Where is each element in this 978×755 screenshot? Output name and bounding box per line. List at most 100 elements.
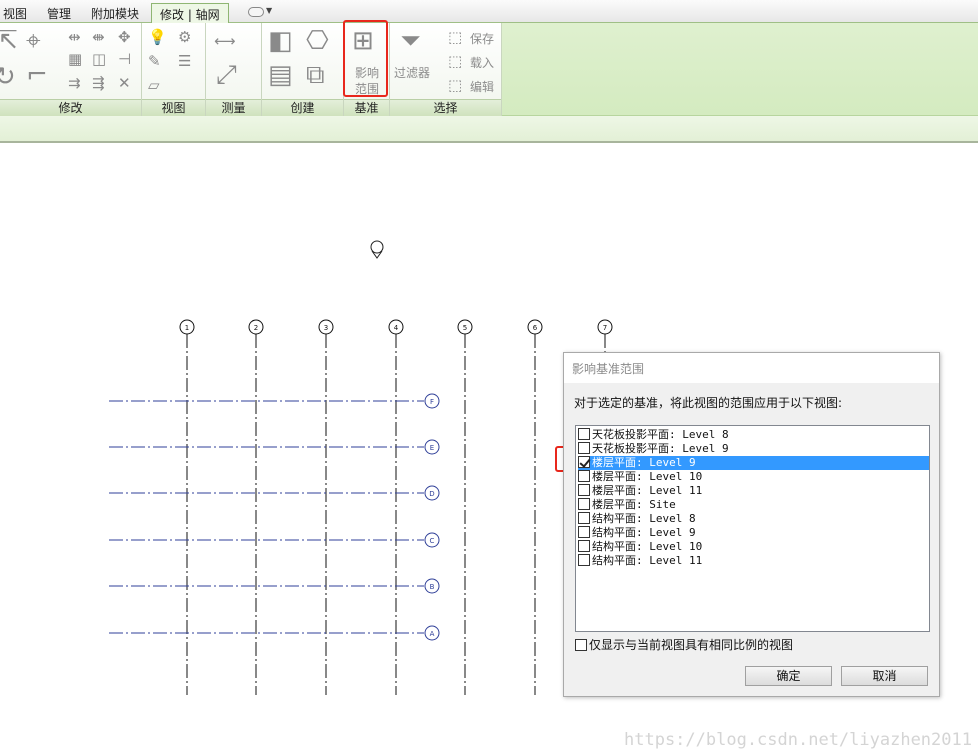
brush-icon[interactable]: ✎: [148, 53, 161, 69]
view-label: 结构平面: Level 8: [592, 512, 696, 525]
view-checkbox[interactable]: [578, 540, 590, 552]
create-group-icon[interactable]: ⎔: [306, 27, 329, 55]
grid-line-horizontal[interactable]: C: [109, 532, 440, 548]
view-list-item[interactable]: 结构平面: Level 11: [578, 554, 929, 568]
aligned-dimension-icon[interactable]: ⤢: [216, 61, 237, 89]
view-checkbox[interactable]: [578, 526, 590, 538]
grid-line-horizontal[interactable]: B: [109, 578, 440, 594]
filter-label[interactable]: 过滤器: [394, 64, 430, 81]
linework-icon[interactable]: ☰: [178, 53, 191, 69]
view-label: 楼层平面: Level 9: [592, 456, 696, 469]
tab-view[interactable]: 视图: [3, 5, 27, 22]
view-list-item[interactable]: 天花板投影平面: Level 8: [578, 428, 929, 442]
view-label: 楼层平面: Site: [592, 498, 676, 511]
edit-selection-icon[interactable]: ⬚: [448, 77, 462, 93]
grid-bubble-label: 5: [463, 324, 467, 332]
grid-line-horizontal[interactable]: D: [109, 485, 440, 501]
grid-bubble-label: 6: [533, 324, 538, 332]
tab-addins[interactable]: 附加模块: [91, 5, 139, 22]
grid-line-vertical[interactable]: 3: [318, 319, 334, 695]
view-checkbox[interactable]: [578, 554, 590, 566]
chevron-down-icon[interactable]: ▼: [266, 6, 272, 15]
view-list-item[interactable]: 楼层平面: Level 11: [578, 484, 929, 498]
view-checkbox[interactable]: [578, 512, 590, 524]
same-scale-label: 仅显示与当前视图具有相同比例的视图: [589, 638, 794, 652]
view-checkbox[interactable]: [578, 442, 590, 454]
panel-label-datum: 基准: [344, 99, 389, 116]
view-list-item[interactable]: 结构平面: Level 9: [578, 526, 929, 540]
grid-line-horizontal[interactable]: E: [109, 439, 440, 455]
view-marker[interactable]: [370, 240, 384, 259]
grid-bubble-label: D: [429, 490, 434, 498]
array-icon[interactable]: ▦: [68, 51, 82, 67]
load-selection-icon[interactable]: ⬚: [448, 53, 462, 69]
grid-line-vertical[interactable]: 2: [248, 319, 264, 695]
grid-bubble-label: 1: [185, 324, 189, 332]
view-list-item[interactable]: 楼层平面: Level 9: [578, 456, 929, 470]
scale-icon[interactable]: ◫: [92, 51, 106, 67]
mirror-draw-icon[interactable]: ⇼: [92, 29, 105, 45]
grid-bubble-label: B: [430, 583, 435, 591]
view-label: 天花板投影平面: Level 9: [592, 442, 729, 455]
create-parts-icon[interactable]: ◧: [268, 27, 293, 55]
measure-distance-icon[interactable]: ⟷: [214, 33, 236, 49]
view-list-item[interactable]: 天花板投影平面: Level 9: [578, 442, 929, 456]
same-scale-option[interactable]: 仅显示与当前视图具有相同比例的视图: [575, 636, 793, 653]
cancel-button[interactable]: 取消: [841, 666, 928, 686]
highlight-propagate-extents: [343, 20, 388, 97]
ribbon-minimize-toggle[interactable]: [248, 7, 264, 17]
create-similar-icon[interactable]: ⧉: [306, 61, 325, 89]
same-scale-checkbox[interactable]: [575, 639, 587, 651]
view-checkbox[interactable]: [578, 470, 590, 482]
view-list-item[interactable]: 结构平面: Level 10: [578, 540, 929, 554]
view-checkbox[interactable]: [578, 498, 590, 510]
grid-line-vertical[interactable]: 1: [179, 319, 195, 695]
grid-line-horizontal[interactable]: F: [109, 393, 440, 409]
views-listbox[interactable]: 天花板投影平面: Level 8 天花板投影平面: Level 9 楼层平面: Le…: [575, 425, 930, 632]
view-list-item[interactable]: 结构平面: Level 8: [578, 512, 929, 526]
select-save-label[interactable]: 保存: [470, 30, 494, 47]
grid-bubble-label: F: [430, 398, 434, 406]
view-list-item[interactable]: 楼层平面: Level 10: [578, 470, 929, 484]
move-icon[interactable]: ✥: [118, 29, 131, 45]
grid-line-horizontal[interactable]: A: [109, 625, 440, 641]
panel-view: 💡 ⚙ ✎ ☰ ▱ 视图: [142, 23, 206, 116]
override-icon[interactable]: ⚙: [178, 29, 191, 45]
lightbulb-icon[interactable]: 💡: [148, 29, 167, 45]
select-arrow-icon[interactable]: ⇱: [0, 27, 18, 55]
delete-icon[interactable]: ✕: [118, 75, 131, 91]
pin-icon[interactable]: ⊣: [118, 51, 131, 67]
dialog-prompt: 对于选定的基准，将此视图的范围应用于以下视图:: [574, 396, 843, 410]
tab-manage[interactable]: 管理: [47, 5, 71, 22]
grid-bubble-label: 2: [254, 324, 258, 332]
grid-line-vertical[interactable]: 6: [527, 319, 543, 695]
eraser-icon[interactable]: ▱: [148, 77, 160, 93]
rotate-icon[interactable]: ↻: [0, 63, 16, 91]
select-edit-label[interactable]: 编辑: [470, 78, 494, 95]
grid-bubble-label: 7: [603, 324, 607, 332]
panel-label-create: 创建: [262, 99, 343, 116]
grid-line-vertical[interactable]: 4: [388, 319, 404, 695]
panel-select: ⏷ 过滤器 ⬚ 保存 ⬚ 载入 ⬚ 编辑 选择: [390, 23, 502, 116]
view-list-item[interactable]: 楼层平面: Site: [578, 498, 929, 512]
filter-icon[interactable]: ⏷: [400, 27, 421, 55]
save-selection-icon[interactable]: ⬚: [448, 29, 462, 45]
view-checkbox[interactable]: [578, 428, 590, 440]
mirror-axis-icon[interactable]: ⇹: [68, 29, 81, 45]
grid-line-vertical[interactable]: 7: [597, 319, 613, 352]
panel-label-measure: 测量: [206, 99, 261, 116]
create-assembly-icon[interactable]: ▤: [268, 61, 293, 89]
tab-modify-grids[interactable]: 修改 | 轴网: [151, 3, 229, 24]
split-icon[interactable]: ⇉: [68, 75, 81, 91]
panel-measure: ⟷ ⤢ 测量: [206, 23, 262, 116]
view-checkbox[interactable]: [578, 456, 590, 468]
ok-button[interactable]: 确定: [745, 666, 832, 686]
align-icon[interactable]: ⌖: [26, 27, 41, 55]
trim-icon[interactable]: ⇶: [92, 75, 105, 91]
dialog-title[interactable]: 影响基准范围: [564, 353, 939, 383]
offset-icon[interactable]: ⌐: [26, 61, 48, 89]
grid-bubble-label: A: [430, 630, 435, 638]
select-load-label[interactable]: 载入: [470, 54, 494, 71]
view-checkbox[interactable]: [578, 484, 590, 496]
grid-line-vertical[interactable]: 5: [457, 319, 473, 695]
